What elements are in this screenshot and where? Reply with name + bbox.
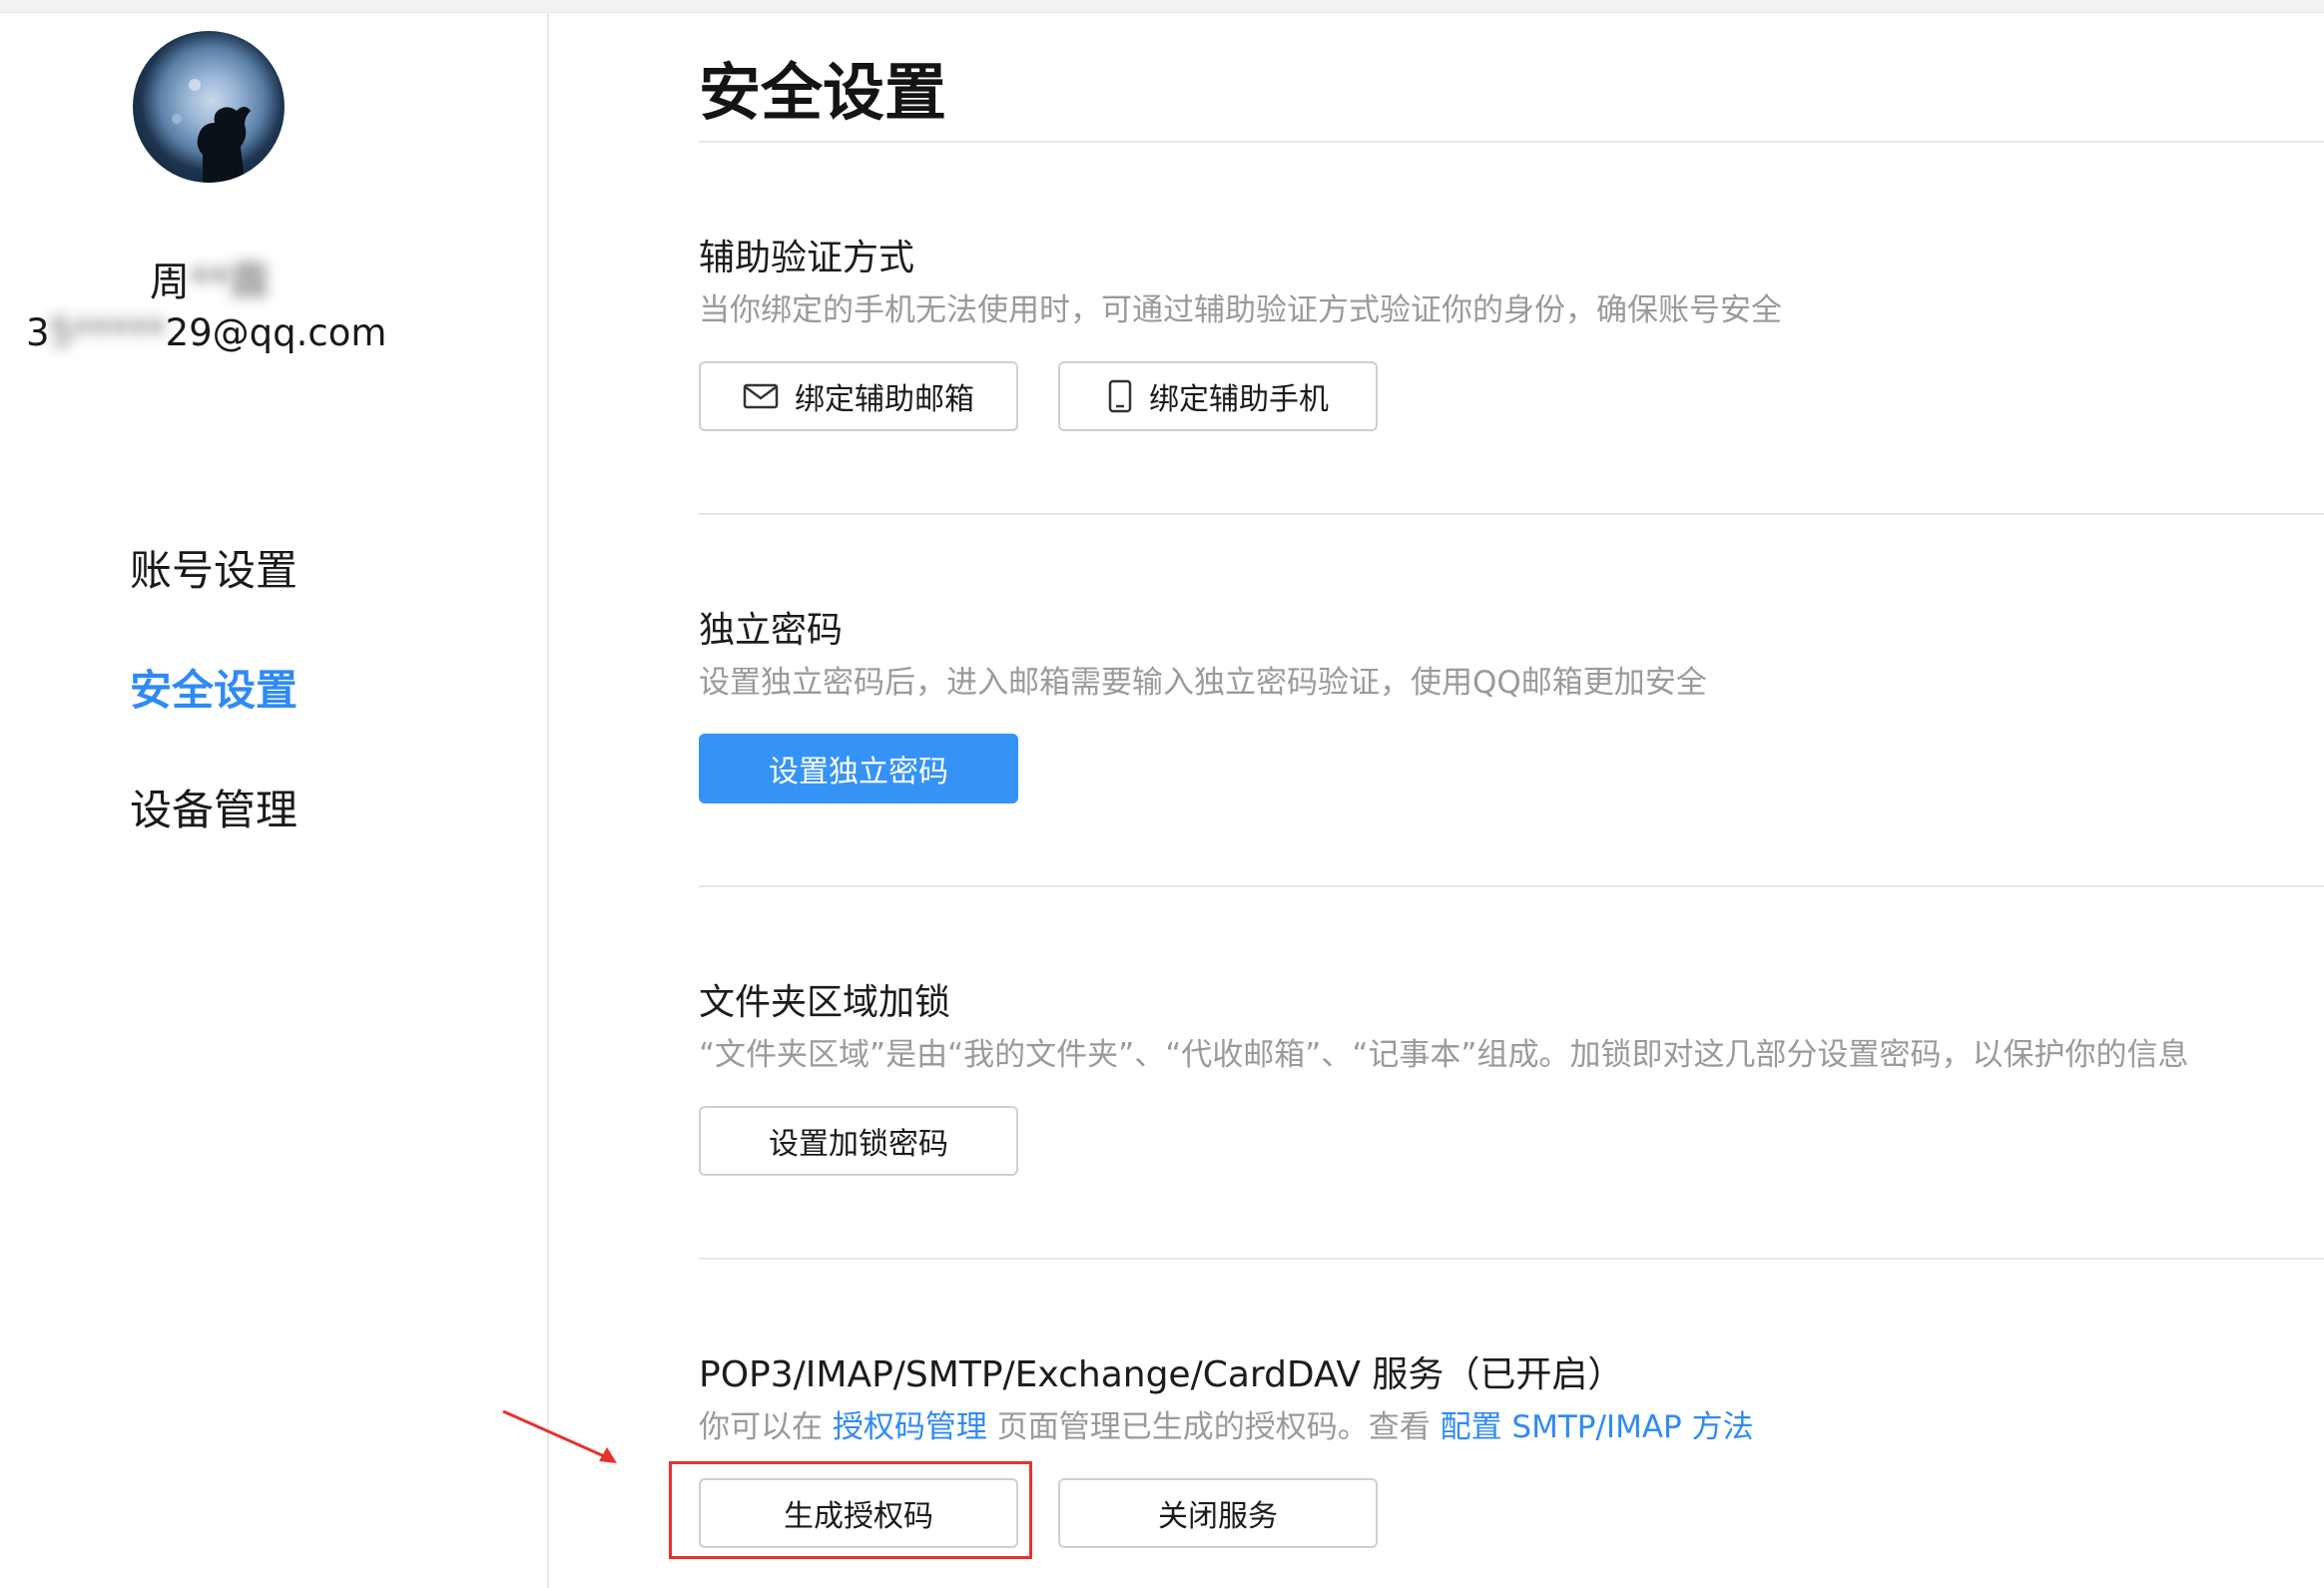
main-content: 安全设置 辅助验证方式 当你绑定的手机无法使用时，可通过辅助验证方式验证你的身份… [699, 12, 2324, 1588]
avatar[interactable] [133, 31, 285, 183]
section-title: POP3/IMAP/SMTP/Exchange/CardDAV 服务（已开启） [699, 1354, 1624, 1395]
close-service-button[interactable]: 关闭服务 [1058, 1478, 1378, 1548]
user-name: 周**霖 [0, 250, 419, 307]
set-lock-password-button[interactable]: 设置加锁密码 [699, 1106, 1018, 1176]
settings-page: 周**霖 35*****29@qq.com 账号设置 安全设置 设备管理 安全设… [0, 0, 2324, 1588]
annotation-highlight-box [669, 1461, 1032, 1559]
sidebar-nav: 账号设置 安全设置 设备管理 [130, 531, 489, 890]
page-title: 安全设置 [699, 56, 947, 129]
sidebar: 周**霖 35*****29@qq.com 账号设置 安全设置 设备管理 [0, 12, 549, 1588]
section-title: 辅助验证方式 [699, 238, 915, 278]
button-label: 绑定辅助邮箱 [795, 382, 974, 417]
section-description: 当你绑定的手机无法使用时，可通过辅助验证方式验证你的身份，确保账号安全 [699, 292, 1782, 328]
bind-auxiliary-phone-button[interactable]: 绑定辅助手机 [1058, 361, 1378, 431]
divider [699, 141, 2324, 143]
annotation-arrow-icon [502, 1409, 617, 1463]
smtp-imap-config-link[interactable]: 配置 SMTP/IMAP 方法 [1441, 1409, 1754, 1445]
mail-icon [743, 382, 779, 410]
button-label: 绑定辅助手机 [1149, 382, 1329, 417]
phone-icon [1107, 379, 1133, 413]
sidebar-item-device-management[interactable]: 设备管理 [130, 771, 489, 890]
section-title: 文件夹区域加锁 [699, 982, 951, 1023]
divider [699, 1258, 2324, 1260]
bind-auxiliary-email-button[interactable]: 绑定辅助邮箱 [699, 361, 1018, 431]
sidebar-item-security-settings[interactable]: 安全设置 [130, 651, 489, 771]
section-title: 独立密码 [699, 610, 844, 651]
user-name-redacted: **霖 [190, 260, 270, 305]
divider [699, 885, 2324, 887]
sidebar-item-account-settings[interactable]: 账号设置 [130, 531, 489, 651]
user-email: 35*****29@qq.com [26, 311, 387, 354]
set-independent-password-button[interactable]: 设置独立密码 [699, 734, 1018, 803]
user-email-redacted: 5***** [49, 311, 166, 354]
section-description: 你可以在 授权码管理 页面管理已生成的授权码。查看 配置 SMTP/IMAP 方… [699, 1409, 1754, 1445]
authorization-code-management-link[interactable]: 授权码管理 [833, 1409, 987, 1445]
section-description: 设置独立密码后，进入邮箱需要输入独立密码验证，使用QQ邮箱更加安全 [699, 665, 1707, 701]
section-description: “文件夹区域”是由“我的文件夹”、“代收邮箱”、“记事本”组成。加锁即对这几部分… [699, 1037, 2189, 1073]
avatar-silhouette-icon [172, 79, 251, 183]
divider [699, 513, 2324, 515]
